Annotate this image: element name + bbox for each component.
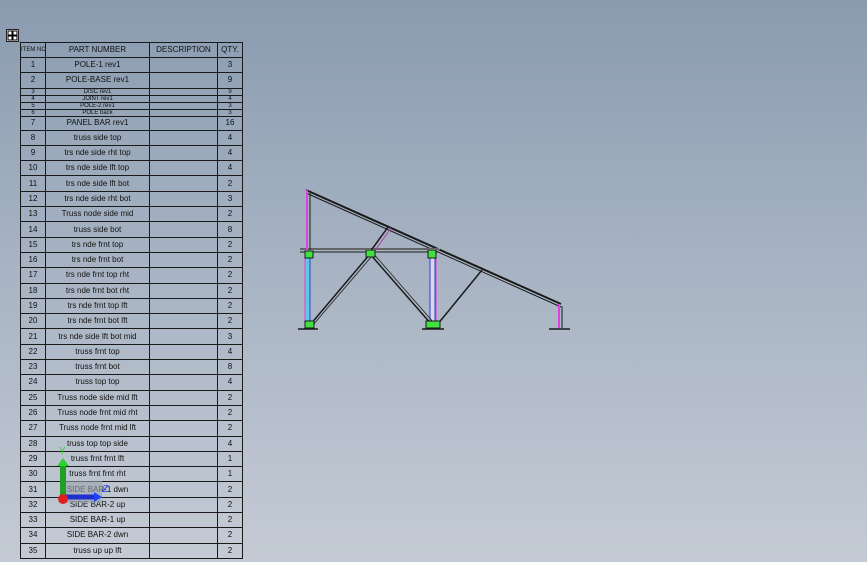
- triad-y-label: Y: [59, 446, 66, 457]
- triad-z-label: Z: [101, 484, 109, 495]
- truss-node: [304, 320, 315, 329]
- left-lower-pole: [304, 252, 311, 328]
- x-axis-dot: [58, 494, 68, 504]
- truss-node: [365, 249, 376, 258]
- truss-diagonal: [309, 253, 371, 326]
- truss-node: [304, 250, 314, 259]
- middle-pole: [429, 252, 436, 328]
- orientation-triad: Y Z: [57, 446, 109, 504]
- truss-node: [427, 249, 437, 259]
- truss-node: [425, 320, 441, 329]
- truss-diagonal: [436, 269, 483, 326]
- truss-diagonal: [369, 253, 433, 326]
- truss-model-viewport[interactable]: [0, 0, 867, 562]
